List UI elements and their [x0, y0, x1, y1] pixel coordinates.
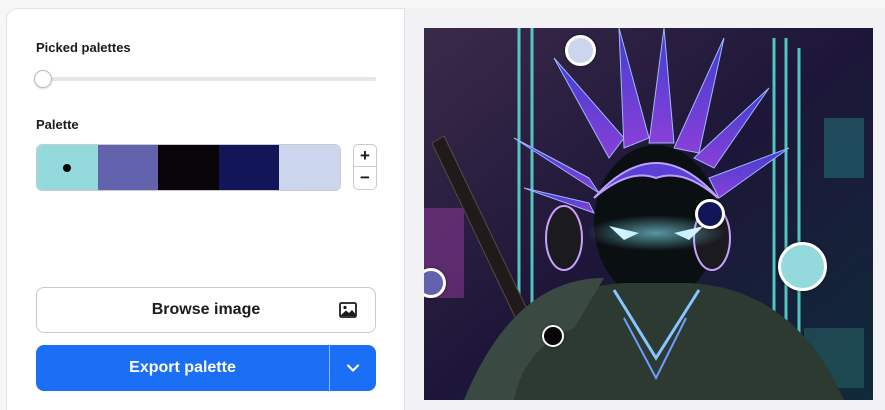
picked-palettes-slider[interactable] [43, 77, 376, 81]
controls-panel: Picked palettes Palette + − Browse image [6, 8, 404, 410]
chevron-down-icon [346, 364, 360, 372]
palette-swatch-5[interactable] [279, 145, 340, 190]
palette-swatch-2[interactable] [97, 145, 159, 190]
image-icon [339, 302, 357, 318]
palette-swatch-3[interactable] [158, 145, 219, 190]
palette-strip [36, 144, 341, 191]
export-palette-button[interactable]: Export palette [36, 345, 330, 391]
color-picker-handle-3[interactable] [542, 325, 564, 347]
picked-palettes-label: Picked palettes [36, 40, 131, 55]
palette-generator-app: Picked palettes Palette + − Browse image [0, 0, 885, 410]
export-palette-button-group: Export palette [36, 345, 376, 391]
color-picker-handle-1[interactable] [778, 242, 827, 291]
artwork-illustration [424, 28, 873, 400]
browse-image-button[interactable]: Browse image [36, 287, 376, 333]
palette-swatch-1[interactable] [37, 145, 98, 190]
color-picker-handle-5[interactable] [565, 35, 596, 66]
add-color-button[interactable]: + [354, 145, 376, 167]
remove-color-button[interactable]: − [354, 167, 376, 189]
slider-thumb[interactable] [34, 70, 52, 88]
browse-image-label: Browse image [151, 301, 261, 318]
source-image[interactable] [424, 28, 873, 400]
selected-swatch-indicator [63, 164, 71, 172]
palette-label: Palette [36, 117, 79, 132]
palette-size-stepper: + − [353, 144, 377, 190]
palette-swatch-4[interactable] [218, 145, 280, 190]
color-picker-handle-4[interactable] [695, 199, 725, 229]
export-options-dropdown[interactable] [330, 345, 376, 391]
